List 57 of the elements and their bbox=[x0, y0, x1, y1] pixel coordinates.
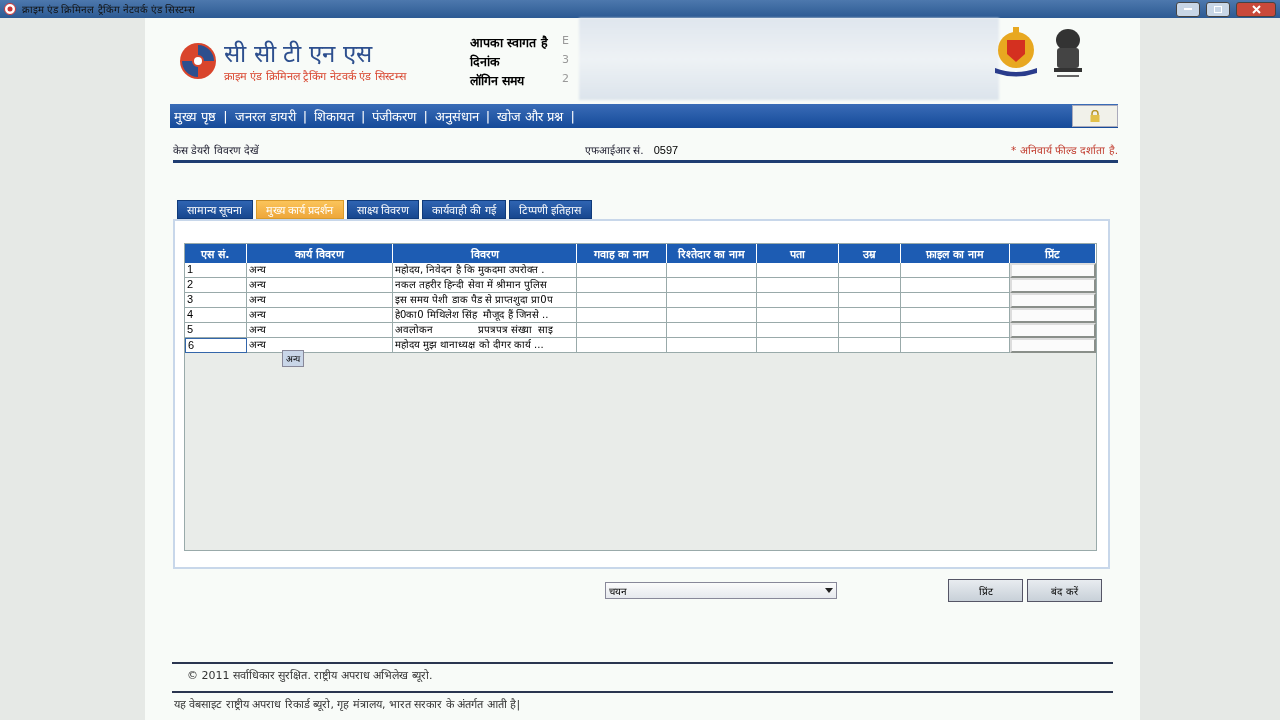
info-label: दिनांक bbox=[470, 52, 501, 70]
maximize-icon bbox=[1214, 5, 1222, 13]
nav-separator: | bbox=[485, 108, 491, 124]
minimize-button[interactable] bbox=[1176, 1, 1200, 17]
logo-title: सी सी टी एन एस bbox=[224, 39, 374, 68]
action-button[interactable]: प्रिंट bbox=[948, 579, 1023, 602]
national-emblem-icon bbox=[1051, 26, 1085, 80]
close-button[interactable] bbox=[1236, 1, 1276, 17]
nav-link[interactable]: खोज और प्रश्न bbox=[497, 107, 564, 125]
tab[interactable]: कार्यवाही की गई bbox=[422, 200, 506, 219]
info-value: E bbox=[562, 33, 570, 49]
footer-note: यह वेबसाइट राष्ट्रीय अपराध रिकार्ड ब्यूरो, गृह मंत्रालय, भारत सरकार के अंतर्गत आती है| bbox=[172, 691, 1113, 711]
print-cell[interactable] bbox=[1010, 263, 1096, 278]
tab[interactable]: टिप्पणी इतिहास bbox=[509, 200, 592, 219]
nav-separator: | bbox=[223, 108, 228, 124]
nav-link[interactable]: अनुसंधान bbox=[434, 107, 479, 125]
mandatory-note: * अनिवार्य फील्ड दर्शाता है. bbox=[1011, 143, 1118, 157]
fir-label: एफआईआर सं. bbox=[585, 143, 644, 157]
minimize-icon bbox=[1184, 7, 1192, 11]
table-cell[interactable]: 5 bbox=[185, 323, 247, 338]
table-cell[interactable]: 6 bbox=[185, 338, 247, 353]
lock-button[interactable] bbox=[1072, 105, 1118, 127]
nav-link[interactable]: मुख्य पृष्ठ bbox=[174, 107, 217, 125]
info-value: 2 bbox=[562, 71, 570, 87]
print-cell[interactable] bbox=[1010, 293, 1096, 308]
nav-link[interactable]: पंजीकरण bbox=[372, 107, 417, 125]
nav-separator: | bbox=[570, 108, 575, 124]
nav-separator: | bbox=[302, 108, 308, 124]
fir-number: 0597 bbox=[653, 144, 679, 156]
info-label: आपका स्वागत है bbox=[470, 33, 549, 51]
tooltip: अन्य bbox=[282, 350, 304, 367]
maximize-button[interactable] bbox=[1206, 1, 1230, 17]
tab[interactable]: साक्ष्य विवरण bbox=[346, 200, 419, 219]
close-icon bbox=[1251, 4, 1261, 14]
nav-separator: | bbox=[423, 108, 428, 124]
tab[interactable]: सामान्य सूचना bbox=[177, 200, 253, 219]
info-value: 3 bbox=[562, 52, 570, 68]
nav-separator: | bbox=[361, 108, 366, 124]
print-cell[interactable] bbox=[1010, 323, 1096, 338]
lock-icon bbox=[1090, 110, 1100, 122]
print-cell[interactable] bbox=[1010, 308, 1096, 323]
print-cell[interactable] bbox=[1010, 338, 1096, 353]
nav-link[interactable]: शिकायत bbox=[314, 107, 355, 125]
window-title: क्राइम एंड क्रिमिनल ट्रैकिंग नेटवर्क एंड सिस्टम्स bbox=[22, 3, 197, 16]
app-icon bbox=[4, 3, 16, 15]
table-cell: महोदय मुझ थानाध्यक्ष को दीगर कार्य ... bbox=[393, 338, 577, 353]
copyright-text: © 2011 सर्वाधिकार सुरक्षित. राष्ट्रीय अपराध अभिलेख ब्यूरो. bbox=[172, 662, 1113, 687]
nav-link[interactable]: जनरल डायरी bbox=[234, 107, 296, 125]
logo-icon bbox=[178, 41, 218, 81]
logo-subtitle: क्राइम एंड क्रिमिनल ट्रैकिंग नेटवर्क एंड सिस्टम्स bbox=[224, 68, 406, 83]
select-dropdown[interactable]: चयन bbox=[605, 582, 837, 599]
table-cell bbox=[839, 338, 901, 353]
info-label: लॉगिन समय bbox=[470, 71, 526, 89]
page-heading: केस डेयरी विवरण देखें bbox=[173, 143, 260, 157]
print-cell[interactable] bbox=[1010, 278, 1096, 293]
action-button[interactable]: बंद करें bbox=[1027, 579, 1102, 602]
police-emblem-icon bbox=[993, 26, 1039, 78]
